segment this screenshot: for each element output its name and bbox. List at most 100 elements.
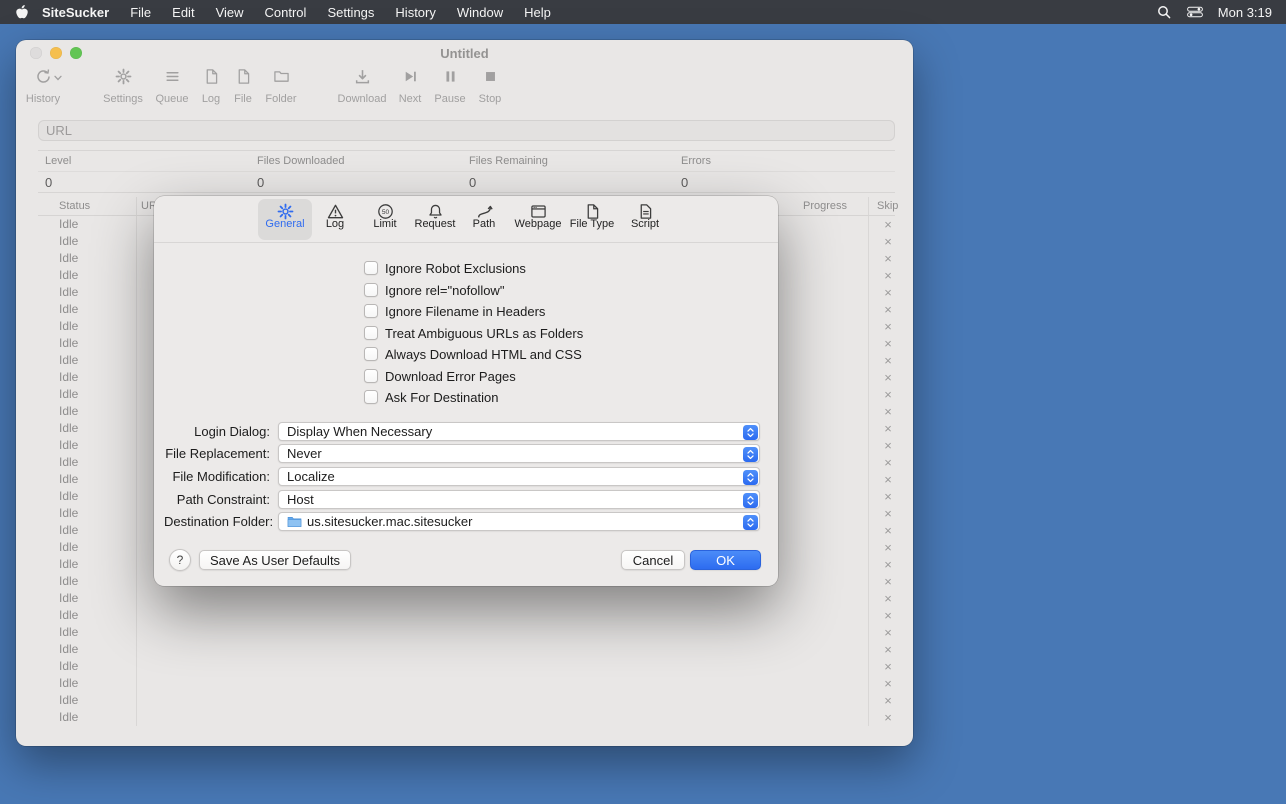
select-row-file-modification: File Modification: Localize xyxy=(164,467,760,486)
menu-settings[interactable]: Settings xyxy=(327,5,374,20)
destination-folder-select[interactable]: us.sitesucker.mac.sitesucker xyxy=(278,512,760,531)
checkbox-ask-for-destination[interactable] xyxy=(364,390,378,404)
toolbar-stop-button[interactable]: Stop xyxy=(455,68,525,105)
tab-general[interactable]: General xyxy=(258,199,312,240)
skip-button[interactable]: × xyxy=(876,250,900,267)
skip-button[interactable]: × xyxy=(876,267,900,284)
checkbox-row-ignore-filename-in-headers[interactable]: Ignore Filename in Headers xyxy=(364,302,545,320)
skip-button[interactable]: × xyxy=(876,386,900,403)
stat-label-files-remaining: Files Remaining xyxy=(469,151,548,171)
menu-edit[interactable]: Edit xyxy=(172,5,194,20)
apple-menu-icon[interactable] xyxy=(14,4,30,20)
checkbox-always-download-html-and-css[interactable] xyxy=(364,347,378,361)
stat-label-files-downloaded: Files Downloaded xyxy=(257,151,344,171)
skip-button[interactable]: × xyxy=(876,607,900,624)
skip-button[interactable]: × xyxy=(876,301,900,318)
menu-clock[interactable]: Mon 3:19 xyxy=(1218,5,1272,20)
settings-dialog: General Log 50 Limit Request Path Webpag… xyxy=(154,196,778,586)
skip-button[interactable]: × xyxy=(876,556,900,573)
skip-button[interactable]: × xyxy=(876,403,900,420)
tab-path[interactable]: Path xyxy=(457,199,511,240)
skip-button[interactable]: × xyxy=(876,692,900,709)
search-icon[interactable] xyxy=(1156,4,1172,20)
stat-value-level: 0 xyxy=(45,172,52,194)
skip-button[interactable]: × xyxy=(876,352,900,369)
skip-button[interactable]: × xyxy=(876,488,900,505)
skip-button[interactable]: × xyxy=(876,369,900,386)
checkbox-treat-ambiguous-urls-as-folders[interactable] xyxy=(364,326,378,340)
skip-button[interactable]: × xyxy=(876,522,900,539)
row-status: Idle xyxy=(59,420,78,437)
skip-button[interactable]: × xyxy=(876,216,900,233)
skip-button[interactable]: × xyxy=(876,539,900,556)
checkbox-ignore-filename-in-headers[interactable] xyxy=(364,304,378,318)
cancel-button[interactable]: Cancel xyxy=(621,550,685,570)
toolbar-history-button[interactable]: History xyxy=(8,68,78,105)
toolbar-folder-button[interactable]: Folder xyxy=(246,68,316,105)
file-replacement-select[interactable]: Never xyxy=(278,444,760,463)
checkbox-row-always-download-html-and-css[interactable]: Always Download HTML and CSS xyxy=(364,345,582,363)
table-row: Idle × xyxy=(38,624,895,641)
row-status: Idle xyxy=(59,267,78,284)
tab-request[interactable]: Request xyxy=(408,199,462,240)
ok-button[interactable]: OK xyxy=(690,550,761,570)
help-button[interactable]: ? xyxy=(169,549,191,571)
skip-button[interactable]: × xyxy=(876,624,900,641)
skip-button[interactable]: × xyxy=(876,420,900,437)
menu-view[interactable]: View xyxy=(216,5,244,20)
checkbox-row-ignore-robot-exclusions[interactable]: Ignore Robot Exclusions xyxy=(364,259,526,277)
row-status: Idle xyxy=(59,692,78,709)
skip-button[interactable]: × xyxy=(876,318,900,335)
tab-file-type[interactable]: File Type xyxy=(565,199,619,240)
row-status: Idle xyxy=(59,641,78,658)
checkbox-ignore-robot-exclusions[interactable] xyxy=(364,261,378,275)
skip-button[interactable]: × xyxy=(876,233,900,250)
menu-history[interactable]: History xyxy=(395,5,435,20)
skip-button[interactable]: × xyxy=(876,335,900,352)
table-row: Idle × xyxy=(38,709,895,726)
url-input[interactable] xyxy=(38,120,895,141)
menu-window[interactable]: Window xyxy=(457,5,503,20)
window-title: Untitled xyxy=(16,46,913,61)
skip-button[interactable]: × xyxy=(876,658,900,675)
skip-button[interactable]: × xyxy=(876,505,900,522)
skip-button[interactable]: × xyxy=(876,437,900,454)
checkbox-row-treat-ambiguous-urls-as-folders[interactable]: Treat Ambiguous URLs as Folders xyxy=(364,324,583,342)
row-status: Idle xyxy=(59,335,78,352)
file-modification-select[interactable]: Localize xyxy=(278,467,760,486)
skip-button[interactable]: × xyxy=(876,590,900,607)
skip-button[interactable]: × xyxy=(876,471,900,488)
skip-button[interactable]: × xyxy=(876,709,900,726)
checkbox-row-ignore-rel-nofollow[interactable]: Ignore rel="nofollow" xyxy=(364,281,504,299)
row-status: Idle xyxy=(59,250,78,267)
tab-webpage[interactable]: Webpage xyxy=(511,199,565,240)
skip-button[interactable]: × xyxy=(876,573,900,590)
checkbox-row-download-error-pages[interactable]: Download Error Pages xyxy=(364,367,516,385)
skip-button[interactable]: × xyxy=(876,641,900,658)
filetype-icon xyxy=(565,199,619,218)
tab-log[interactable]: Log xyxy=(308,199,362,240)
menu-app-name[interactable]: SiteSucker xyxy=(42,5,109,20)
row-status: Idle xyxy=(59,352,78,369)
checkbox-download-error-pages[interactable] xyxy=(364,369,378,383)
skip-button[interactable]: × xyxy=(876,675,900,692)
skip-button[interactable]: × xyxy=(876,284,900,301)
menu-file[interactable]: File xyxy=(130,5,151,20)
stat-value-files-remaining: 0 xyxy=(469,172,476,194)
row-status: Idle xyxy=(59,658,78,675)
gear-icon xyxy=(258,199,312,218)
menu-control[interactable]: Control xyxy=(265,5,307,20)
tab-script[interactable]: Script xyxy=(618,199,672,240)
checkbox-row-ask-for-destination[interactable]: Ask For Destination xyxy=(364,388,498,406)
skip-button[interactable]: × xyxy=(876,454,900,471)
tab-limit[interactable]: 50 Limit xyxy=(358,199,412,240)
login-dialog-select[interactable]: Display When Necessary xyxy=(278,422,760,441)
checkbox-ignore-rel-nofollow[interactable] xyxy=(364,283,378,297)
stat-value-files-downloaded: 0 xyxy=(257,172,264,194)
save-defaults-button[interactable]: Save As User Defaults xyxy=(199,550,351,570)
control-center-icon[interactable] xyxy=(1187,4,1203,20)
menu-help[interactable]: Help xyxy=(524,5,551,20)
path-constraint-select[interactable]: Host xyxy=(278,490,760,509)
column-header-status: Status xyxy=(59,197,90,215)
row-status: Idle xyxy=(59,505,78,522)
